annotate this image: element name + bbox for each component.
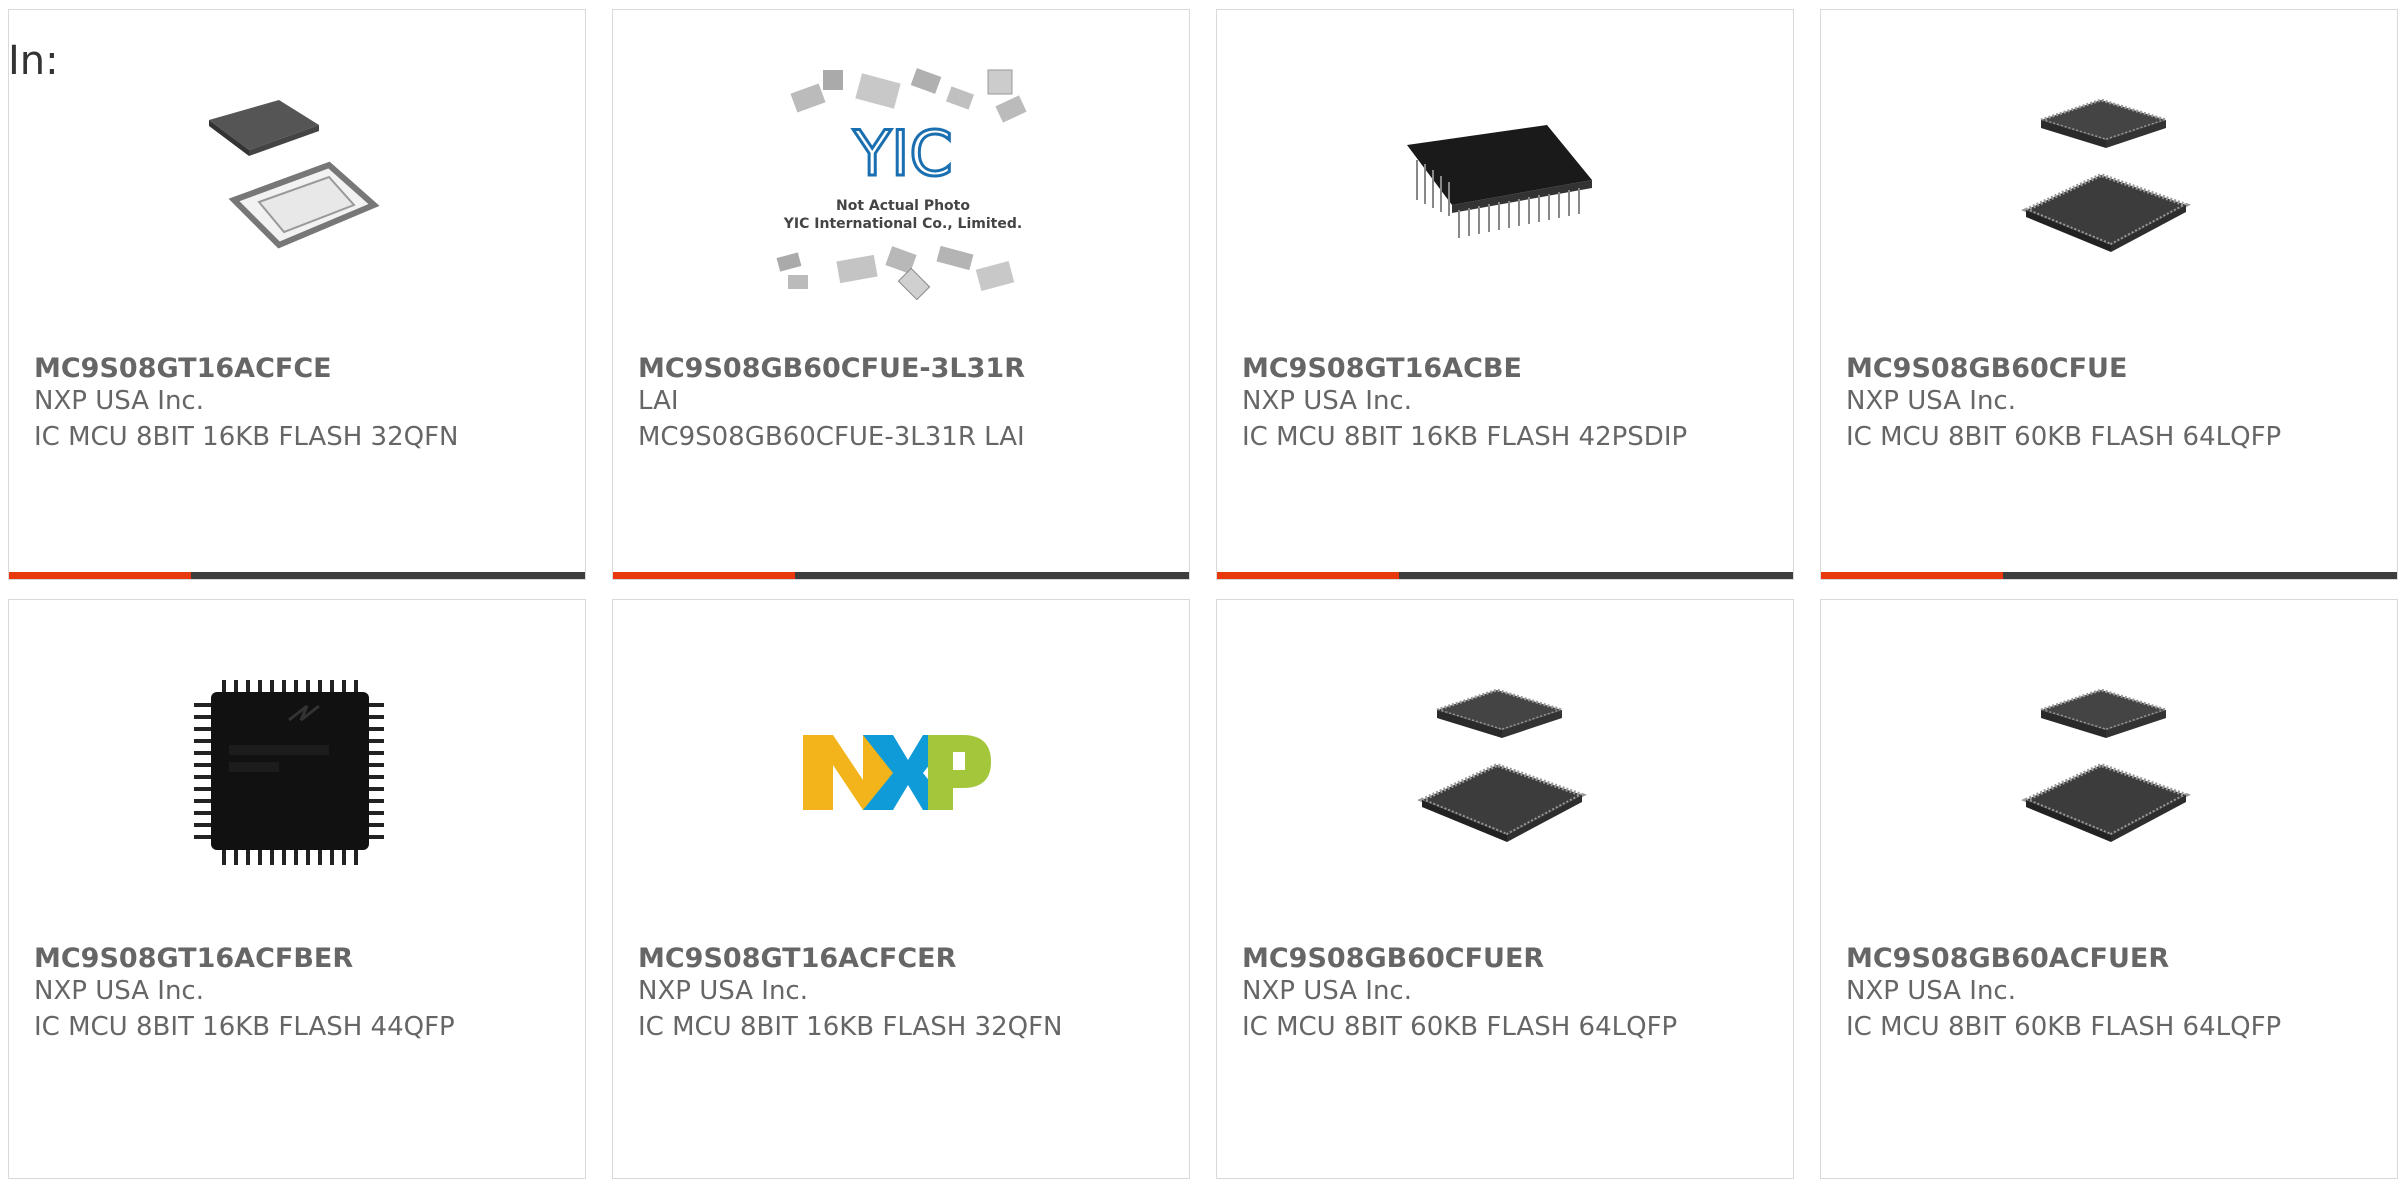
- qfp-chip-icon[interactable]: [189, 670, 389, 870]
- lqfp-chip-icon[interactable]: [2001, 670, 2201, 870]
- lqfp-chip-icon[interactable]: [1397, 670, 1597, 870]
- card-bar: [613, 572, 1189, 579]
- card-bar: [1217, 572, 1793, 579]
- manufacturer: NXP USA Inc.: [1846, 386, 2016, 416]
- part-number-link[interactable]: MC9S08GT16ACFCE: [34, 353, 332, 384]
- product-card[interactable]: MC9S08GB60CFUER NXP USA Inc. IC MCU 8BIT…: [1216, 599, 1794, 1179]
- nxp-logo-icon[interactable]: [793, 670, 993, 870]
- part-number-link[interactable]: MC9S08GB60CFUE: [1846, 353, 2127, 384]
- filter-label: In:: [8, 38, 59, 84]
- description: IC MCU 8BIT 60KB FLASH 64LQFP: [1846, 422, 2282, 452]
- description: IC MCU 8BIT 16KB FLASH 42PSDIP: [1242, 422, 1688, 452]
- manufacturer: NXP USA Inc.: [1846, 976, 2016, 1006]
- card-bar-accent: [1217, 572, 1399, 579]
- description: IC MCU 8BIT 16KB FLASH 32QFN: [34, 422, 459, 452]
- manufacturer: LAI: [638, 386, 679, 416]
- part-number-link[interactable]: MC9S08GT16ACBE: [1242, 353, 1522, 384]
- description: IC MCU 8BIT 16KB FLASH 44QFP: [34, 1012, 455, 1042]
- part-number-link[interactable]: MC9S08GT16ACFCER: [638, 943, 956, 974]
- part-number-link[interactable]: MC9S08GT16ACFBER: [34, 943, 353, 974]
- product-card[interactable]: MC9S08GB60ACFUER NXP USA Inc. IC MCU 8BI…: [1820, 599, 2398, 1179]
- card-bar-accent: [613, 572, 795, 579]
- part-number-link[interactable]: MC9S08GB60CFUER: [1242, 943, 1544, 974]
- yic-logo-text: YIC: [852, 117, 952, 190]
- description: MC9S08GB60CFUE-3L31R LAI: [638, 422, 1025, 452]
- part-number-link[interactable]: MC9S08GB60ACFUER: [1846, 943, 2169, 974]
- product-card[interactable]: YIC Not Actual Photo YIC International C…: [612, 9, 1190, 580]
- description: IC MCU 8BIT 16KB FLASH 32QFN: [638, 1012, 1063, 1042]
- product-card[interactable]: MC9S08GT16ACFCER NXP USA Inc. IC MCU 8BI…: [612, 599, 1190, 1179]
- lqfp-chip-icon[interactable]: [2001, 80, 2201, 280]
- card-bar-accent: [1821, 572, 2003, 579]
- description: IC MCU 8BIT 60KB FLASH 64LQFP: [1242, 1012, 1678, 1042]
- part-number-link[interactable]: MC9S08GB60CFUE-3L31R: [638, 353, 1025, 384]
- dip-chip-icon[interactable]: [1397, 80, 1597, 280]
- card-bar: [1821, 572, 2397, 579]
- yic-placeholder-icon[interactable]: YIC Not Actual Photo YIC International C…: [763, 68, 1043, 300]
- product-card[interactable]: MC9S08GT16ACFBER NXP USA Inc. IC MCU 8BI…: [8, 599, 586, 1179]
- product-card[interactable]: MC9S08GB60CFUE NXP USA Inc. IC MCU 8BIT …: [1820, 9, 2398, 580]
- card-bar: [9, 572, 585, 579]
- manufacturer: NXP USA Inc.: [34, 386, 204, 416]
- manufacturer: NXP USA Inc.: [1242, 386, 1412, 416]
- placeholder-line2: YIC International Co., Limited.: [783, 216, 1022, 232]
- qfn-chip-icon[interactable]: [189, 80, 389, 280]
- placeholder-line1: Not Actual Photo: [836, 198, 970, 214]
- manufacturer: NXP USA Inc.: [34, 976, 204, 1006]
- card-bar-accent: [9, 572, 191, 579]
- product-card[interactable]: MC9S08GT16ACBE NXP USA Inc. IC MCU 8BIT …: [1216, 9, 1794, 580]
- description: IC MCU 8BIT 60KB FLASH 64LQFP: [1846, 1012, 2282, 1042]
- manufacturer: NXP USA Inc.: [1242, 976, 1412, 1006]
- manufacturer: NXP USA Inc.: [638, 976, 808, 1006]
- product-card[interactable]: MC9S08GT16ACFCE NXP USA Inc. IC MCU 8BIT…: [8, 9, 586, 580]
